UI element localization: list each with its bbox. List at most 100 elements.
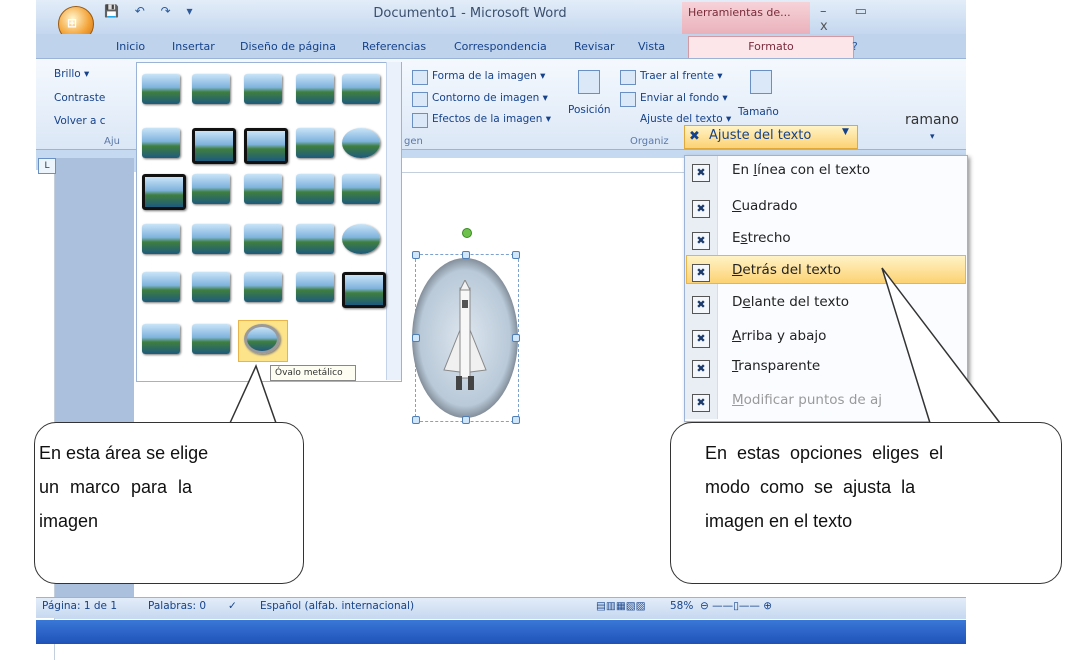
picture-style-thumbnail[interactable] — [142, 174, 186, 210]
resize-handle[interactable] — [512, 416, 520, 424]
wrap-option-icon: ✖ — [692, 296, 710, 314]
picture-style-thumbnail[interactable] — [296, 74, 334, 104]
position-icon — [578, 70, 600, 94]
picture-style-thumbnail[interactable] — [192, 128, 236, 164]
picture-style-thumbnail[interactable] — [192, 224, 230, 254]
size-icon — [750, 70, 772, 94]
picture-style-thumbnail[interactable] — [342, 128, 380, 158]
volver-button[interactable]: Volver a c — [54, 115, 106, 127]
pen-icon — [412, 92, 428, 107]
picture-style-thumbnail[interactable] — [244, 128, 288, 164]
send-back-icon — [620, 92, 636, 107]
resize-handle[interactable] — [462, 251, 470, 259]
tamano-fragment: ramano — [905, 112, 959, 128]
callout-left-line3: imagen — [39, 511, 99, 531]
spellcheck-icon[interactable]: ✓ — [228, 600, 237, 612]
ajuste-texto-label: Ajuste del texto — [709, 128, 812, 143]
wrap-option-5[interactable]: Arriba y abajo — [732, 328, 826, 344]
chevron-down-icon[interactable]: ▼ — [842, 127, 849, 137]
picture-style-thumbnail[interactable] — [192, 74, 230, 104]
text-wrap-menu — [684, 155, 968, 422]
gallery-scrollbar[interactable] — [386, 62, 401, 380]
picture-style-thumbnail[interactable] — [142, 224, 180, 254]
wrap-option-4[interactable]: Delante del texto — [732, 294, 849, 310]
traer-frente-button[interactable]: Traer al frente ▾ — [640, 70, 723, 82]
picture-style-thumbnail[interactable] — [244, 74, 282, 104]
picture-style-thumbnail[interactable] — [142, 128, 180, 158]
tab-diseno-pagina[interactable]: Diseño de página — [240, 40, 336, 53]
quick-access-toolbar[interactable]: 💾 ↶ ↷ ▾ — [104, 4, 214, 22]
posicion-button[interactable]: Posición — [568, 104, 611, 116]
tab-inicio[interactable]: Inicio — [116, 40, 145, 53]
forma-imagen-button[interactable]: Forma de la imagen ▾ — [432, 70, 545, 82]
wrap-option-3[interactable]: Detrás del texto — [732, 262, 841, 278]
wrap-option-1[interactable]: Cuadrado — [732, 198, 798, 214]
callout-left: En esta área se elige un marco para la i… — [34, 422, 304, 584]
picture-style-thumbnail[interactable] — [342, 74, 380, 104]
wrap-option-icon: ✖ — [692, 164, 710, 182]
context-tab-title: Herramientas de... — [682, 2, 810, 34]
ruler-tab-selector[interactable]: L — [38, 158, 56, 174]
picture-style-thumbnail[interactable] — [244, 174, 282, 204]
tamano-button[interactable]: Tamaño — [738, 106, 779, 118]
callout-left-line1: En esta área se elige — [39, 443, 209, 463]
office-logo-icon: ⊞ — [67, 16, 78, 30]
resize-handle[interactable] — [412, 334, 420, 342]
brillo-button[interactable]: Brillo ▾ — [54, 68, 89, 80]
picture-style-thumbnail[interactable] — [342, 224, 380, 254]
efectos-imagen-button[interactable]: Efectos de la imagen ▾ — [432, 113, 551, 125]
page-count[interactable]: Página: 1 de 1 — [42, 600, 117, 612]
menu-icon-column — [685, 156, 718, 419]
wrap-option-6[interactable]: Transparente — [732, 358, 820, 374]
language-status[interactable]: Español (alfab. internacional) — [260, 600, 414, 612]
picture-style-thumbnail[interactable] — [296, 272, 334, 302]
resize-handle[interactable] — [412, 251, 420, 259]
word-count[interactable]: Palabras: 0 — [148, 600, 206, 612]
space-shuttle-icon — [443, 280, 487, 390]
tab-vista[interactable]: Vista — [638, 40, 665, 53]
text-wrap-icon: ✖ — [689, 129, 700, 144]
wrap-option-2[interactable]: Estrecho — [732, 230, 791, 246]
tab-correspondencia[interactable]: Correspondencia — [454, 40, 547, 53]
picture-style-thumbnail[interactable] — [192, 272, 230, 302]
zoom-slider[interactable]: ⊖ ——▯—— ⊕ — [700, 600, 772, 612]
tab-referencias[interactable]: Referencias — [362, 40, 426, 53]
picture-style-thumbnail[interactable] — [296, 128, 334, 158]
picture-style-thumbnail[interactable] — [192, 324, 230, 354]
resize-handle[interactable] — [462, 416, 470, 424]
wrap-option-icon: ✖ — [692, 200, 710, 218]
resize-handle[interactable] — [412, 416, 420, 424]
tab-revisar[interactable]: Revisar — [574, 40, 614, 53]
picture-style-thumbnail[interactable] — [342, 174, 380, 204]
tab-insertar[interactable]: Insertar — [172, 40, 215, 53]
picture-style-thumbnail[interactable] — [142, 74, 180, 104]
picture-style-thumbnail[interactable] — [244, 324, 280, 354]
picture-style-thumbnail[interactable] — [296, 174, 334, 204]
contorno-imagen-button[interactable]: Contorno de imagen ▾ — [432, 92, 548, 104]
wrap-option-0[interactable]: En línea con el texto — [732, 162, 870, 178]
picture-style-thumbnail[interactable] — [142, 272, 180, 302]
callout-right-line2: modo como se ajusta la — [705, 477, 916, 497]
picture-style-thumbnail[interactable] — [244, 224, 282, 254]
resize-handle[interactable] — [512, 251, 520, 259]
picture-style-thumbnail[interactable] — [192, 174, 230, 204]
vertical-ruler — [36, 170, 55, 660]
callout-right-line3: imagen en el texto — [705, 511, 853, 531]
window-controls[interactable]: – ▭ x — [820, 4, 880, 34]
ajuste-texto-ribbon-button[interactable]: Ajuste del texto ▾ — [640, 113, 731, 125]
tab-formato[interactable]: Formato — [688, 36, 854, 59]
help-icon[interactable]: ? — [852, 40, 858, 53]
picture-style-thumbnail[interactable] — [342, 272, 386, 308]
enviar-fondo-button[interactable]: Enviar al fondo ▾ — [640, 92, 728, 104]
picture-style-thumbnail[interactable] — [142, 324, 180, 354]
view-buttons-icon[interactable]: ▤▥▦▧▨ — [596, 600, 646, 612]
contraste-button[interactable]: Contraste — [54, 92, 105, 104]
picture-style-thumbnail[interactable] — [244, 272, 282, 302]
rotation-handle[interactable] — [462, 228, 472, 238]
ajuste-texto-button[interactable]: ✖ Ajuste del texto — [684, 125, 858, 149]
chevron-down-icon[interactable]: ▾ — [930, 132, 935, 142]
resize-handle[interactable] — [512, 334, 520, 342]
picture-style-thumbnail[interactable] — [296, 224, 334, 254]
zoom-level[interactable]: 58% — [670, 600, 693, 612]
shape-icon — [412, 70, 428, 85]
